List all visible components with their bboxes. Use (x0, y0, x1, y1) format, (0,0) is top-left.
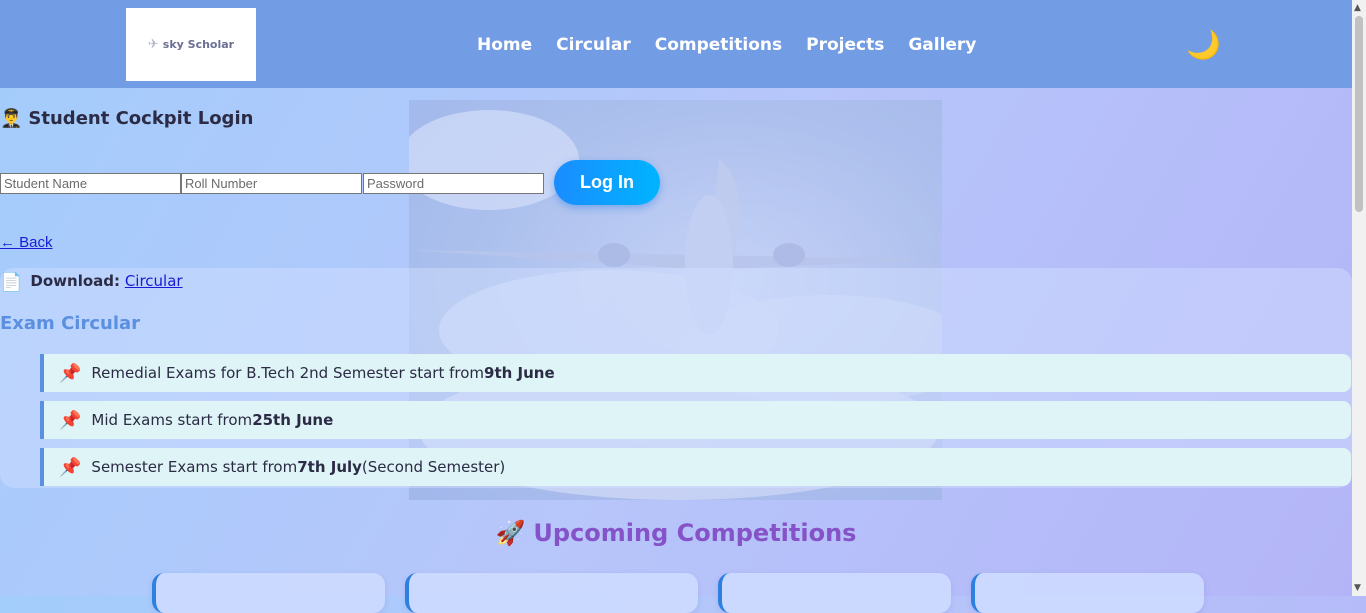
pilot-icon: 👨‍✈️ (0, 108, 23, 129)
competition-card[interactable] (718, 573, 951, 613)
upcoming-competitions-title: Upcoming Competitions (533, 519, 857, 547)
student-name-input[interactable] (0, 173, 181, 194)
download-row: 📄 Download: Circular (0, 272, 183, 293)
circular-item-date: 9th June (484, 364, 555, 382)
logo-text: sky Scholar (162, 38, 235, 51)
nav-gallery[interactable]: Gallery (908, 35, 976, 55)
site-logo[interactable]: ✈ sky Scholar (126, 8, 256, 81)
nav-circular[interactable]: Circular (556, 35, 631, 55)
circular-item-date: 7th July (297, 458, 362, 476)
back-link[interactable]: ← Back (0, 234, 53, 251)
circular-item: 📌 Mid Exams start from 25th June (40, 401, 1351, 439)
circular-item: 📌 Remedial Exams for B.Tech 2nd Semester… (40, 354, 1351, 392)
main-nav: Home Circular Competitions Projects Gall… (477, 35, 976, 55)
login-heading: 👨‍✈️ Student Cockpit Login (0, 108, 253, 129)
scrollbar-thumb[interactable] (1355, 16, 1363, 212)
page-scrollbar[interactable]: ▲ ▼ (1352, 0, 1366, 596)
circular-item-text: Remedial Exams for B.Tech 2nd Semester s… (91, 364, 485, 382)
logo-star-icon: ✈ (147, 37, 159, 52)
login-title-text: Student Cockpit Login (28, 108, 254, 129)
scroll-up-arrow-icon[interactable]: ▲ (1354, 3, 1361, 13)
pushpin-icon: 📌 (59, 409, 82, 431)
login-button[interactable]: Log In (554, 160, 660, 205)
circular-item-text: Mid Exams start from (91, 411, 253, 429)
circular-download-link[interactable]: Circular (125, 272, 183, 290)
download-label: Download: (30, 272, 121, 290)
competition-card[interactable] (152, 573, 385, 613)
competition-card[interactable] (971, 573, 1204, 613)
exam-circular-title: Exam Circular (0, 313, 141, 334)
circular-item-suffix: (Second Semester) (361, 458, 506, 476)
circular-item-date: 25th June (252, 411, 334, 429)
nav-projects[interactable]: Projects (806, 35, 884, 55)
nav-competitions[interactable]: Competitions (655, 35, 782, 55)
circular-item: 📌 Semester Exams start from 7th July (Seco… (40, 448, 1351, 486)
rocket-icon: 🚀 (495, 519, 526, 547)
document-icon: 📄 (0, 272, 23, 293)
competition-card[interactable] (405, 573, 698, 613)
upcoming-competitions-heading: 🚀 Upcoming Competitions (0, 519, 1352, 547)
roll-number-input[interactable] (181, 173, 362, 194)
site-header: ✈ sky Scholar Home Circular Competitions… (0, 0, 1352, 88)
password-input[interactable] (363, 173, 544, 194)
dark-mode-toggle-moon-icon[interactable]: 🌙 (1186, 30, 1221, 60)
nav-home[interactable]: Home (477, 35, 532, 55)
pushpin-icon: 📌 (59, 456, 82, 478)
pushpin-icon: 📌 (59, 362, 82, 384)
circular-item-text: Semester Exams start from (91, 458, 298, 476)
scroll-down-arrow-icon[interactable]: ▼ (1354, 583, 1361, 593)
